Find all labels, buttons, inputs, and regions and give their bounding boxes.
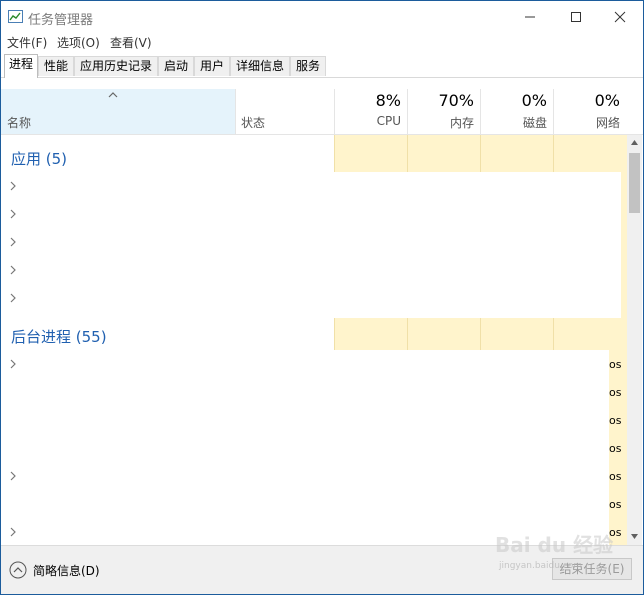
memory-percent: 70% xyxy=(438,91,474,110)
expand-chevron-icon[interactable] xyxy=(9,471,17,481)
group-background-processes[interactable]: 后台进程 (55) xyxy=(11,326,107,347)
disk-percent: 0% xyxy=(521,91,547,110)
sort-up-icon xyxy=(108,92,118,98)
app-rows-area xyxy=(1,172,621,318)
menu-view[interactable]: 查看(V) xyxy=(110,34,152,51)
expand-chevron-icon[interactable] xyxy=(9,293,17,303)
tab-processes[interactable]: 进程 xyxy=(4,54,38,78)
network-value-partial: os xyxy=(609,386,622,399)
network-value-partial: os xyxy=(609,498,622,511)
close-icon xyxy=(614,11,626,22)
expand-chevron-icon[interactable] xyxy=(9,265,17,275)
tab-users[interactable]: 用户 xyxy=(194,56,230,76)
tab-services[interactable]: 服务 xyxy=(290,56,326,76)
title-bar[interactable]: 任务管理器 xyxy=(1,1,643,32)
column-divider xyxy=(235,89,236,134)
scroll-down-icon[interactable] xyxy=(630,532,639,540)
expand-chevron-icon[interactable] xyxy=(9,209,17,219)
group-apps[interactable]: 应用 (5) xyxy=(11,148,67,169)
maximize-icon xyxy=(571,11,581,22)
expand-chevron-icon[interactable] xyxy=(9,181,17,191)
network-percent: 0% xyxy=(594,91,620,110)
vertical-scrollbar[interactable] xyxy=(627,135,642,545)
expand-chevron-icon[interactable] xyxy=(9,359,17,369)
scrollbar-thumb[interactable] xyxy=(629,153,640,213)
expand-chevron-icon[interactable] xyxy=(9,527,17,537)
menu-bar: 文件(F) 选项(O) 查看(V) xyxy=(1,32,643,52)
background-rows-area xyxy=(1,350,609,545)
column-status-label[interactable]: 状态 xyxy=(241,114,265,131)
minimize-button[interactable] xyxy=(507,1,553,32)
tab-bar: 进程 性能 应用历史记录 启动 用户 详细信息 服务 xyxy=(1,54,643,78)
collapse-chevron-up-icon[interactable] xyxy=(9,561,27,579)
tab-performance[interactable]: 性能 xyxy=(38,56,74,76)
column-divider xyxy=(480,89,481,134)
column-name-label: 名称 xyxy=(7,116,32,130)
close-button[interactable] xyxy=(597,1,643,32)
tab-app-history[interactable]: 应用历史记录 xyxy=(74,56,158,76)
minimize-icon xyxy=(525,16,535,17)
scroll-up-icon[interactable] xyxy=(630,139,639,147)
cpu-percent: 8% xyxy=(375,91,401,110)
network-value-partial: os xyxy=(609,414,622,427)
task-manager-app-icon xyxy=(8,10,23,23)
menu-options[interactable]: 选项(O) xyxy=(57,34,100,51)
memory-label: 内存 xyxy=(449,116,474,130)
fewer-details-link[interactable]: 简略信息(D) xyxy=(33,562,100,579)
watermark: Bai du 经验 xyxy=(495,533,614,557)
expand-chevron-icon[interactable] xyxy=(9,237,17,247)
tab-startup[interactable]: 启动 xyxy=(158,56,194,76)
column-header: 名称 状态 8% CPU 70% 内存 0% 磁盘 0% 网络 xyxy=(1,89,643,135)
task-manager-window: 任务管理器 文件(F) 选项(O) 查看(V) 进程 性能 应用历史记录 启动 … xyxy=(0,0,644,595)
network-value-partial: os xyxy=(609,470,622,483)
network-value-partial: os xyxy=(609,442,622,455)
watermark-url: jingyan.baidu.com xyxy=(499,561,583,571)
column-divider xyxy=(334,89,335,134)
column-divider xyxy=(407,89,408,134)
cpu-label: CPU xyxy=(376,114,401,128)
tab-details[interactable]: 详细信息 xyxy=(230,56,290,76)
window-title: 任务管理器 xyxy=(28,13,94,28)
menu-file[interactable]: 文件(F) xyxy=(7,34,47,51)
maximize-button[interactable] xyxy=(553,1,599,32)
column-divider xyxy=(553,89,554,134)
network-value-partial: os xyxy=(609,358,622,371)
column-header-name[interactable]: 名称 xyxy=(1,89,235,134)
disk-label: 磁盘 xyxy=(522,116,547,130)
process-list: 应用 (5) 后台进程 (55) os os os os os os os xyxy=(1,135,627,545)
network-label: 网络 xyxy=(595,116,620,130)
